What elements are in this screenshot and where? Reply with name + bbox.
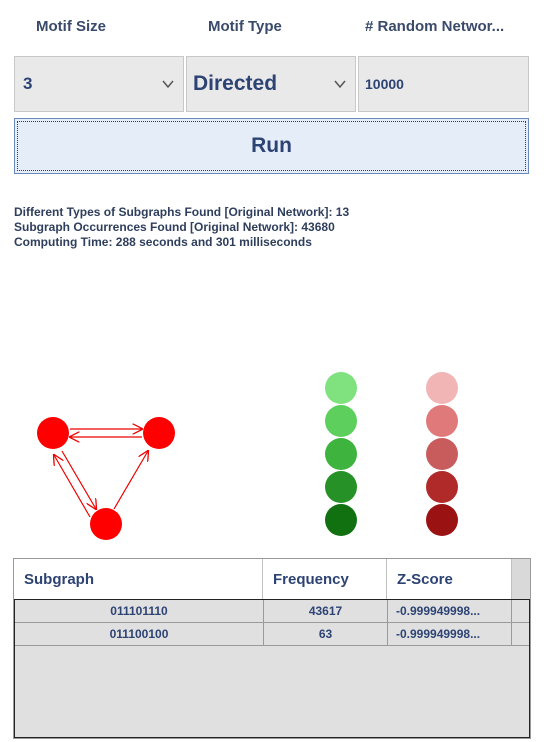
table-body: 011101110 43617 -0.999949998... 01110010…: [14, 599, 530, 738]
edge-c-a: [54, 455, 91, 518]
random-networks-header: # Random Networ...: [365, 18, 505, 35]
cell-subgraph: 011100100: [15, 623, 264, 645]
legend-green-dot-3: [325, 438, 357, 470]
motif-size-header: Motif Size: [36, 18, 106, 35]
node-b: [143, 417, 175, 449]
edge-c-b: [113, 451, 148, 510]
scrollbar[interactable]: [512, 559, 530, 599]
edge-a-c: [61, 450, 96, 509]
motif-type-value: Directed: [193, 72, 278, 95]
chevron-down-icon: [162, 80, 174, 89]
legend-red-dot-5: [426, 504, 458, 536]
table-row[interactable]: 011100100 63 -0.999949998...: [15, 623, 529, 646]
node-c: [90, 508, 122, 540]
motif-size-value: 3: [23, 74, 33, 93]
chevron-down-icon: [334, 80, 346, 89]
legend-green-dot-2: [325, 405, 357, 437]
results-summary: Different Types of Subgraphs Found [Orig…: [14, 205, 349, 250]
subgraph-types-text: Different Types of Subgraphs Found [Orig…: [14, 205, 350, 219]
legend-red-dot-1: [426, 372, 458, 404]
legend-red-dot-2: [426, 405, 458, 437]
motif-type-dropdown[interactable]: Directed: [186, 56, 356, 112]
legend-green-dot-1: [325, 372, 357, 404]
column-header-zscore[interactable]: Z-Score: [387, 559, 512, 599]
cell-zscore: -0.999949998...: [388, 600, 512, 622]
table-row[interactable]: 011101110 43617 -0.999949998...: [15, 600, 529, 623]
motif-graph: [37, 417, 175, 540]
subgraph-occurrences-text: Subgraph Occurrences Found [Original Net…: [14, 220, 335, 234]
random-networks-input[interactable]: 10000: [358, 56, 529, 112]
cell-frequency: 63: [264, 623, 388, 645]
random-networks-value: 10000: [365, 76, 404, 92]
node-a: [37, 417, 69, 449]
legend-green-dot-5: [325, 504, 357, 536]
table-header: Subgraph Frequency Z-Score: [14, 559, 512, 600]
run-button[interactable]: Run: [14, 118, 529, 174]
legend-red-dot-4: [426, 471, 458, 503]
legend-red-dot-3: [426, 438, 458, 470]
motif-size-dropdown[interactable]: 3: [14, 56, 184, 112]
computing-time-text: Computing Time: 288 seconds and 301 mill…: [14, 235, 312, 249]
column-header-subgraph[interactable]: Subgraph: [14, 559, 263, 599]
column-header-frequency[interactable]: Frequency: [263, 559, 387, 599]
cell-zscore: -0.999949998...: [388, 623, 512, 645]
cell-frequency: 43617: [264, 600, 388, 622]
results-table: Subgraph Frequency Z-Score 011101110 436…: [13, 558, 531, 739]
legend-green-dot-4: [325, 471, 357, 503]
motif-type-header: Motif Type: [208, 18, 282, 35]
cell-subgraph: 011101110: [15, 600, 264, 622]
